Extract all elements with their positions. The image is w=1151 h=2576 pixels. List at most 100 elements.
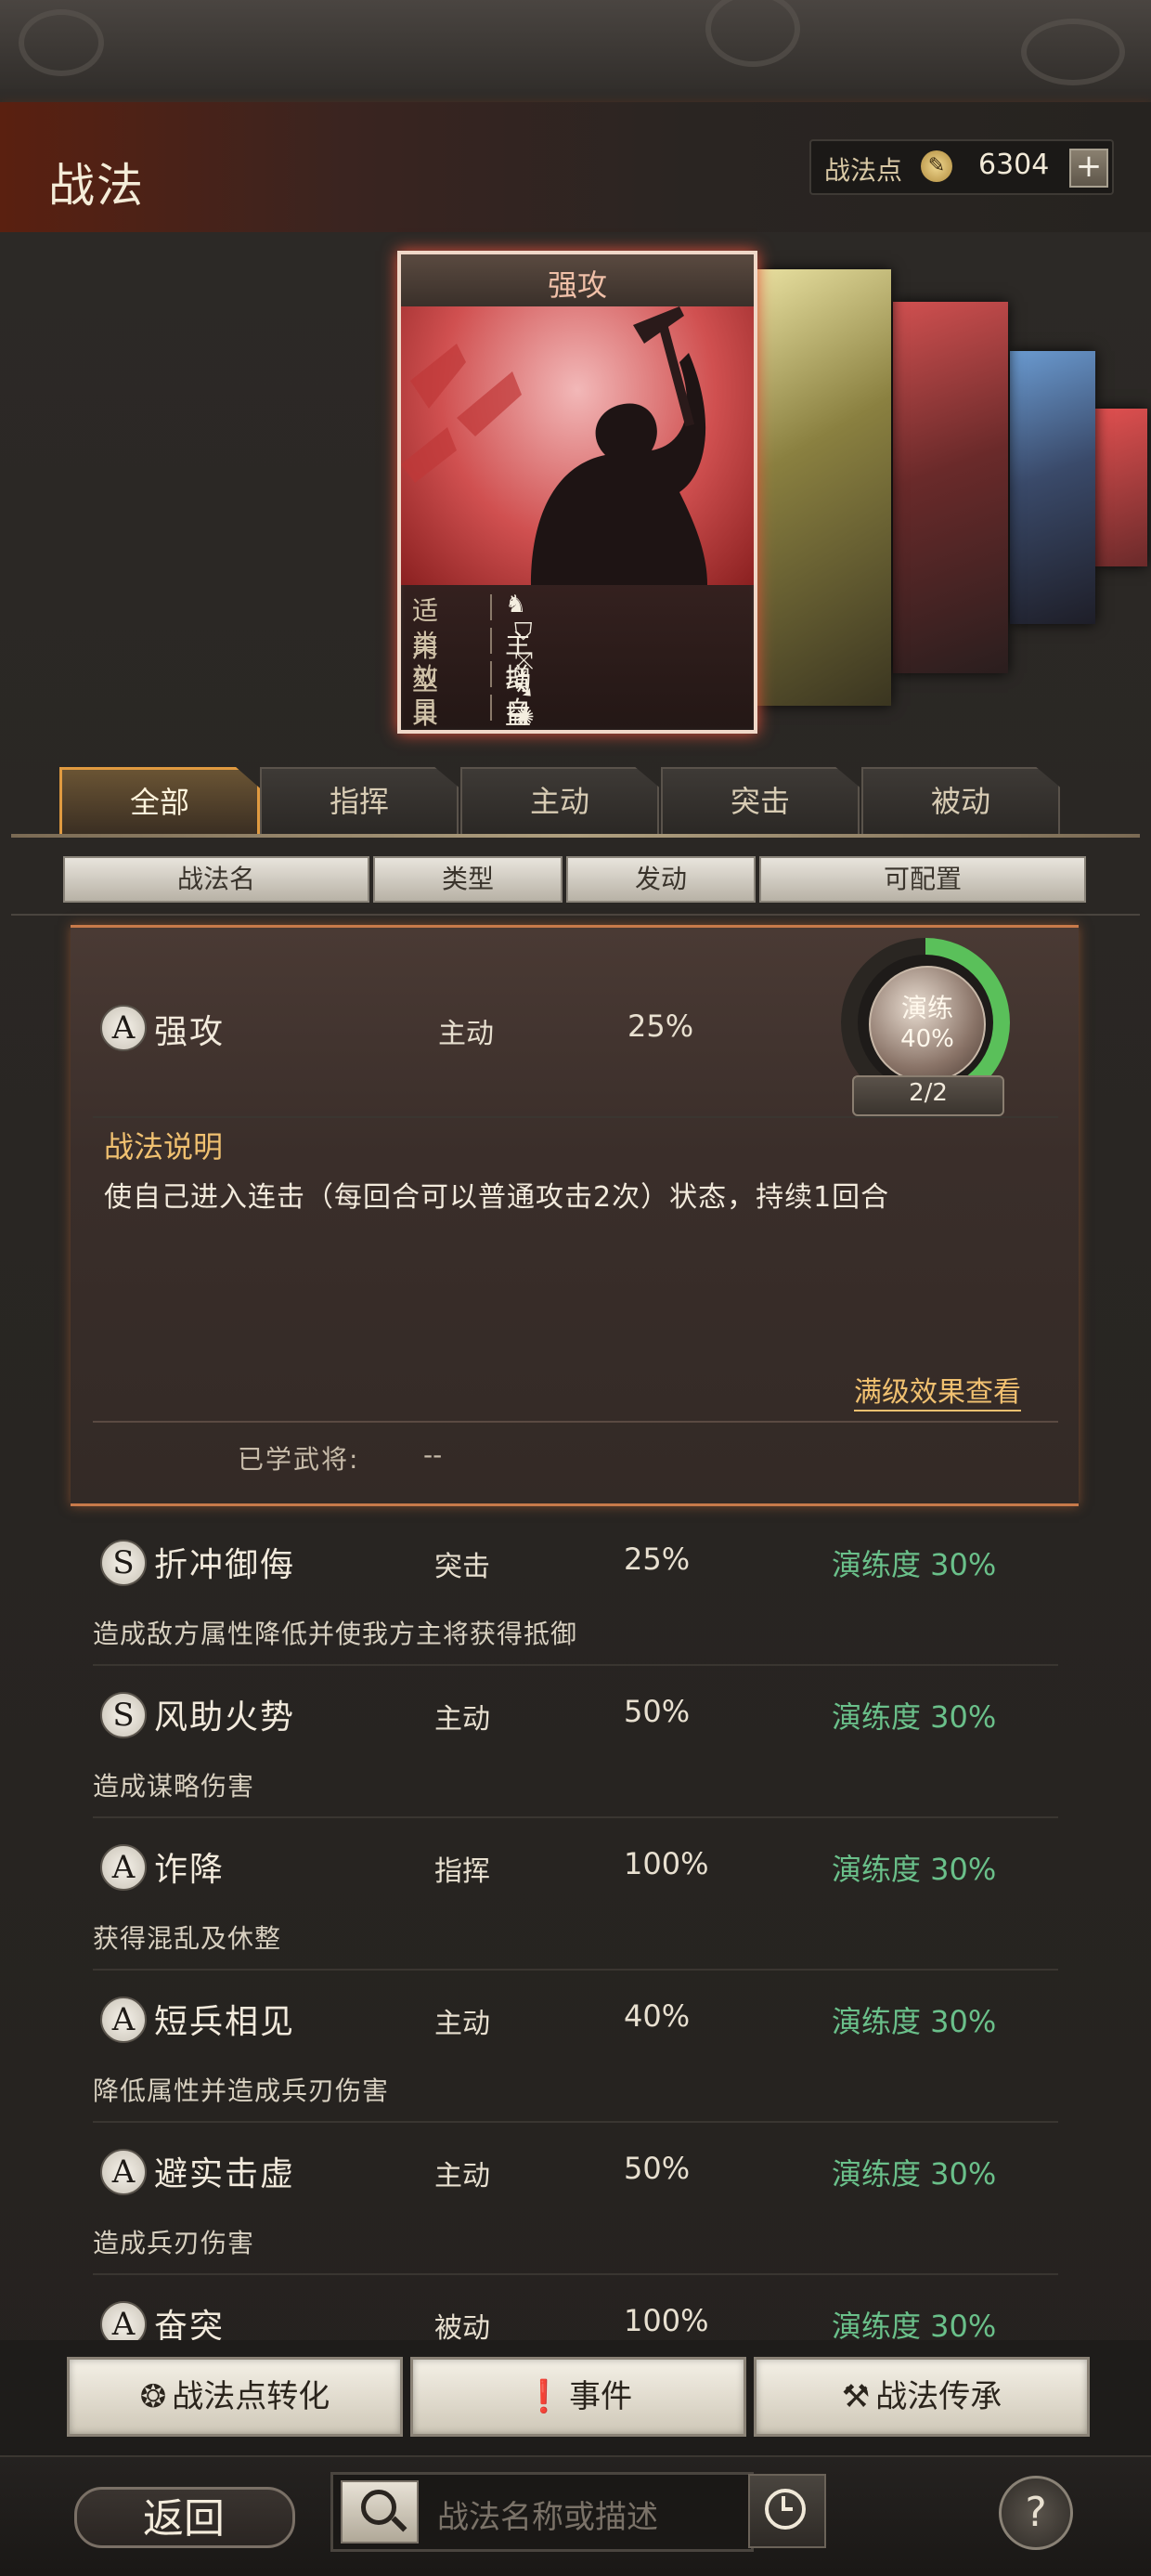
add-points-button[interactable]: +	[1069, 149, 1108, 188]
description-title: 战法说明	[104, 1129, 224, 1164]
column-header-type[interactable]: 类型	[373, 856, 563, 903]
card-title: 强攻	[547, 267, 607, 303]
search-icon-handle	[391, 2516, 407, 2532]
event-label: 事件	[569, 2378, 633, 2415]
description-text: 使自己进入连击（每回合可以普通攻击2次）状态，持续1回合	[104, 1181, 890, 1214]
cloud-ornament	[19, 9, 104, 76]
skill-name: 强攻	[154, 1013, 226, 1051]
grade-badge: A	[100, 1005, 147, 1051]
selected-skill-card[interactable]: 强攻 适用 ♞ ⛉ ⤧ ➘ ✺ 类型 主动 效果 增益 目 自	[397, 251, 757, 734]
divider	[93, 1116, 1058, 1118]
skill-description: 造成兵刃伤害	[93, 2228, 255, 2258]
skill-trigger-rate: 50%	[624, 2151, 691, 2186]
skill-type: 主动	[434, 1703, 490, 1736]
skill-name: 折冲御侮	[154, 1546, 296, 1584]
drill-orb: 演练 40%	[869, 966, 986, 1083]
divider	[11, 914, 1140, 916]
alert-icon: ❗	[524, 2378, 564, 2415]
page-title: 战法	[48, 159, 145, 213]
convert-points-button[interactable]: ❂ 战法点转化	[67, 2357, 403, 2437]
back-label: 返回	[143, 2495, 225, 2543]
proficiency-value: 演练度 30%	[832, 1547, 997, 1582]
search-input[interactable]: 战法名称或描述	[437, 2491, 658, 2537]
card-info-key: 目标	[412, 696, 439, 726]
convert-points-label: 战法点转化	[172, 2378, 330, 2415]
back-button[interactable]: 返回	[74, 2478, 295, 2552]
card-info-value: 自己	[505, 696, 532, 726]
divider	[93, 1421, 1058, 1423]
event-button[interactable]: ❗ 事件	[410, 2357, 746, 2437]
divider	[93, 2121, 1058, 2123]
top-decor-band	[0, 0, 1151, 102]
card-title-bar: 强攻	[401, 254, 754, 308]
divider	[93, 1816, 1058, 1818]
warrior-silhouette	[401, 306, 707, 585]
skill-description: 降低属性并造成兵刃伤害	[93, 2075, 390, 2106]
inherit-button[interactable]: ⚒ 战法传承	[754, 2357, 1090, 2437]
clock-hand	[782, 2507, 793, 2511]
inherit-label: 战法传承	[875, 2378, 1002, 2415]
search-bar: 战法名称或描述	[330, 2472, 754, 2552]
divider	[490, 661, 492, 687]
skill-description: 造成敌方属性降低并使我方主将获得抵御	[93, 1619, 578, 1649]
help-button[interactable]: ?	[999, 2476, 1073, 2550]
search-button[interactable]	[341, 2480, 419, 2543]
divider	[490, 695, 492, 721]
column-header-trigger[interactable]: 发动	[566, 856, 756, 903]
grade-badge: A	[100, 2149, 147, 2195]
tab-command[interactable]: 指挥	[260, 767, 459, 834]
skill-type: 突击	[434, 1551, 490, 1583]
skill-name: 避实击虚	[154, 2155, 296, 2193]
skill-card-preview[interactable]	[1095, 409, 1147, 566]
history-button[interactable]	[748, 2474, 826, 2548]
skill-card-preview[interactable]	[893, 302, 1008, 673]
skill-type: 主动	[434, 2008, 490, 2040]
divider	[93, 2273, 1058, 2275]
tab-passive[interactable]: 被动	[861, 767, 1060, 834]
divider	[490, 594, 492, 620]
drill-count-badge: 2/2	[852, 1075, 1004, 1116]
skill-card-preview[interactable]	[1010, 351, 1095, 624]
skill-points-value: 6304	[978, 149, 1050, 181]
proficiency-value: 演练度 30%	[832, 1852, 997, 1887]
skill-trigger-rate: 50%	[624, 1694, 691, 1729]
drill-count: 2/2	[909, 1079, 948, 1107]
skill-type: 主动	[434, 2160, 490, 2192]
skill-points-display: 战法点 ✎ 6304 +	[809, 139, 1114, 195]
proficiency-value: 演练度 30%	[832, 1699, 997, 1735]
proficiency-value: 演练度 30%	[832, 2004, 997, 2039]
skill-card-preview[interactable]	[756, 269, 891, 706]
flame-icon: ❂	[139, 2378, 167, 2415]
hammer-icon: ⚒	[841, 2378, 871, 2415]
header-bar: 战法 战法点 ✎ 6304 +	[0, 102, 1151, 235]
skill-name: 短兵相见	[154, 2003, 296, 2041]
skill-description: 获得混乱及休整	[93, 1923, 282, 1954]
learned-generals-label: 已学武将:	[238, 1444, 360, 1475]
cloud-ornament	[705, 0, 800, 67]
skill-trigger-rate: 25%	[624, 1542, 691, 1577]
divider	[93, 1664, 1058, 1666]
skill-trigger-rate: 40%	[624, 1998, 691, 2034]
column-header-name[interactable]: 战法名	[63, 856, 369, 903]
skill-trigger-rate: 25%	[627, 1008, 694, 1044]
column-header-configurable[interactable]: 可配置	[759, 856, 1086, 903]
cloud-ornament	[1021, 19, 1125, 85]
grade-badge: S	[100, 1692, 147, 1738]
tab-underline	[11, 834, 1140, 838]
quill-coin-icon: ✎	[921, 150, 952, 182]
tab-all[interactable]: 全部	[59, 767, 260, 838]
divider	[93, 1969, 1058, 1971]
skill-trigger-rate: 100%	[624, 1846, 709, 1881]
grade-badge: A	[100, 1844, 147, 1891]
skill-name: 风助火势	[154, 1698, 296, 1737]
skill-type: 主动	[438, 1018, 494, 1050]
grade-badge: S	[100, 1540, 147, 1586]
grade-badge: A	[100, 1997, 147, 2043]
tab-assault[interactable]: 突击	[661, 767, 860, 834]
skill-name: 诈降	[154, 1851, 226, 1889]
skill-description: 造成谋略伤害	[93, 1771, 255, 1802]
tab-active[interactable]: 主动	[460, 767, 659, 834]
max-level-effect-link[interactable]: 满级效果查看	[854, 1369, 1021, 1412]
divider	[490, 628, 492, 654]
cavalry-icon: ♞	[505, 591, 527, 618]
